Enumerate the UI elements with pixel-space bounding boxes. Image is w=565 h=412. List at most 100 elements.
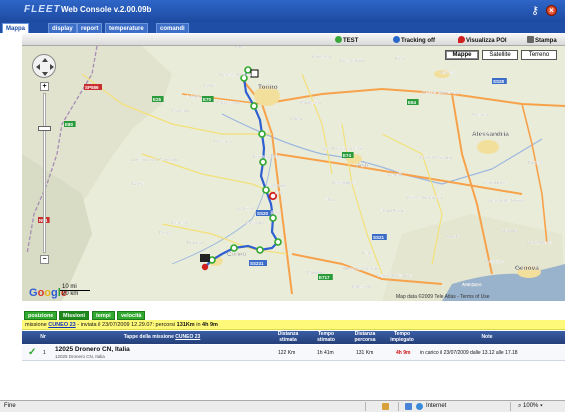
tracking-label: Tracking off	[401, 38, 436, 44]
security-icon	[382, 403, 389, 410]
tab-missioni[interactable]: Missioni	[59, 311, 90, 320]
globe-icon	[416, 403, 423, 410]
maptype-mappe[interactable]: Mappe	[445, 50, 479, 60]
city-label: Orbassano	[217, 100, 240, 105]
road-shield-label: E74	[343, 153, 352, 158]
test-button[interactable]: TEST	[335, 36, 358, 45]
zoom-out-button[interactable]: −	[40, 255, 49, 264]
title-bar: FLEET Web Console v.2.00.09b ⚷ ×	[0, 0, 565, 22]
city-label: Millesimo	[352, 284, 372, 289]
tab-posizione[interactable]: posizione	[24, 311, 58, 320]
user-key-icon[interactable]: ⚷	[528, 5, 542, 17]
panel-tabs: posizione Missioni tempi velocità	[22, 311, 565, 320]
road-shield-label: E70	[203, 97, 212, 102]
col-tappe-link[interactable]: CUNEO 23	[175, 334, 200, 340]
mission-name-link[interactable]: CUNEO 23	[48, 322, 76, 328]
route-point-marker[interactable]	[250, 102, 258, 110]
tab-display[interactable]: display	[48, 23, 77, 33]
row-time-used: 4h 9m	[396, 350, 411, 356]
route-point-marker[interactable]	[256, 246, 264, 254]
zoom-slider-thumb[interactable]	[38, 126, 51, 131]
scale-miles: 10 mi	[60, 284, 90, 291]
city-label: Caselle Torinese	[220, 72, 254, 77]
city-label: Bra	[275, 190, 283, 195]
city-label: Varazze	[487, 259, 504, 264]
pan-arrows-icon	[36, 58, 54, 76]
mission-sep: in	[194, 322, 203, 328]
city-label: Valenza	[472, 112, 489, 117]
road-shield-label: SS20	[257, 211, 269, 216]
route-point-marker[interactable]	[269, 214, 277, 222]
city-label: Novi Ligure	[484, 180, 508, 185]
close-button[interactable]: ×	[546, 5, 557, 16]
city-label: Chieri	[290, 116, 302, 121]
city-label: Saluzzo	[237, 206, 254, 211]
city-label: Villanova Mondovì	[342, 266, 379, 271]
city-label: Carmagnola	[253, 154, 278, 159]
zoom-level[interactable]: ⌕ 100% ▾	[518, 401, 543, 412]
city-label: Acqui Terme	[380, 208, 406, 213]
city-label: Bosco Marengo	[420, 155, 453, 160]
col-distanza-percorsa: Distanza percorsa	[354, 331, 376, 343]
route-point-marker[interactable]	[258, 130, 266, 138]
city-label: Crescentino	[340, 58, 365, 63]
map-canvas[interactable]: Cirié Caselle Torinese Chivasso Crescentino…	[22, 34, 565, 301]
city-label: Trino	[394, 56, 405, 61]
city-label: Ceva	[362, 250, 373, 255]
col-note: Note	[481, 334, 493, 340]
city-label: Asti	[357, 162, 368, 169]
poi-button[interactable]: Visualizza POI	[458, 36, 507, 45]
app-title: Web Console v.2.00.09b	[61, 5, 152, 14]
zoom-glass-icon: ⌕	[518, 403, 522, 409]
table-row[interactable]: ✓ 1 12025 Dronero CN, Italia 12025 Drone…	[22, 345, 565, 361]
row-note: in carico il 23/07/2009 dalle 13.12 alle…	[420, 350, 518, 356]
pan-control[interactable]	[32, 54, 56, 78]
status-divider	[398, 402, 399, 411]
mission-prefix: missione	[25, 322, 47, 328]
road-shield-label: E64	[408, 100, 417, 105]
maptype-satellite[interactable]: Satellite	[482, 50, 518, 60]
tab-report[interactable]: report	[77, 23, 103, 33]
tab-tempi[interactable]: tempi	[92, 311, 115, 320]
road-shield-label: SP586	[85, 85, 99, 90]
tab-temperature[interactable]: temperature	[105, 23, 148, 33]
map-toolbar: TEST Tracking off Visualizza POI Stampa	[22, 34, 565, 46]
zone-label: Internet	[426, 403, 447, 409]
row-nr: 1	[43, 350, 46, 356]
maptype-terreno[interactable]: Terreno	[521, 50, 557, 60]
city-label: Alessandria	[472, 131, 509, 138]
vehicle-position-icon[interactable]	[201, 263, 209, 271]
tab-mappa[interactable]: Mappa	[2, 23, 30, 33]
col-nr: Nr	[40, 334, 46, 340]
zoom-in-button[interactable]: +	[40, 82, 49, 91]
route-point-marker[interactable]	[259, 158, 267, 166]
city-label: Cairo Montenotte	[377, 273, 413, 278]
app-logo: FLEET	[24, 4, 61, 15]
city-label: Arenzano	[462, 282, 482, 287]
row-dist-est: 122 Km	[278, 350, 296, 356]
city-label: Barge	[132, 181, 145, 186]
route-point-marker[interactable]	[274, 238, 282, 246]
test-label: TEST	[343, 38, 359, 44]
tab-velocita[interactable]: velocità	[117, 311, 146, 320]
city-label: Revello	[172, 220, 188, 225]
printer-icon	[527, 36, 534, 43]
col-tempo-impiegato: Tempo impiegato	[390, 331, 414, 343]
col-tappe: Tappe della missione CUNEO 23	[102, 334, 222, 341]
status-text: Fine	[4, 403, 16, 409]
print-button[interactable]: Stampa	[527, 36, 557, 45]
city-label: Genova	[515, 265, 539, 272]
tracking-button[interactable]: Tracking off	[393, 36, 435, 45]
zoom-slider[interactable]	[43, 93, 46, 253]
row-address: 12025 Dronero CN, Italia	[55, 354, 105, 359]
city-label: Racconigi	[266, 183, 286, 188]
city-label: Sant'Olcese	[527, 240, 552, 245]
city-label: Rivoli	[204, 83, 215, 88]
finish-flag-icon[interactable]	[200, 254, 210, 262]
tab-comandi[interactable]: comandi	[156, 23, 189, 33]
row-stop: 12025 Dronero CN, Italia	[55, 346, 130, 353]
road-shield-label: SS28	[493, 79, 505, 84]
city-label: Moncalieri	[300, 100, 321, 105]
road-shield-label: SS231	[250, 261, 264, 266]
mission-distance: 131Km	[176, 322, 195, 328]
